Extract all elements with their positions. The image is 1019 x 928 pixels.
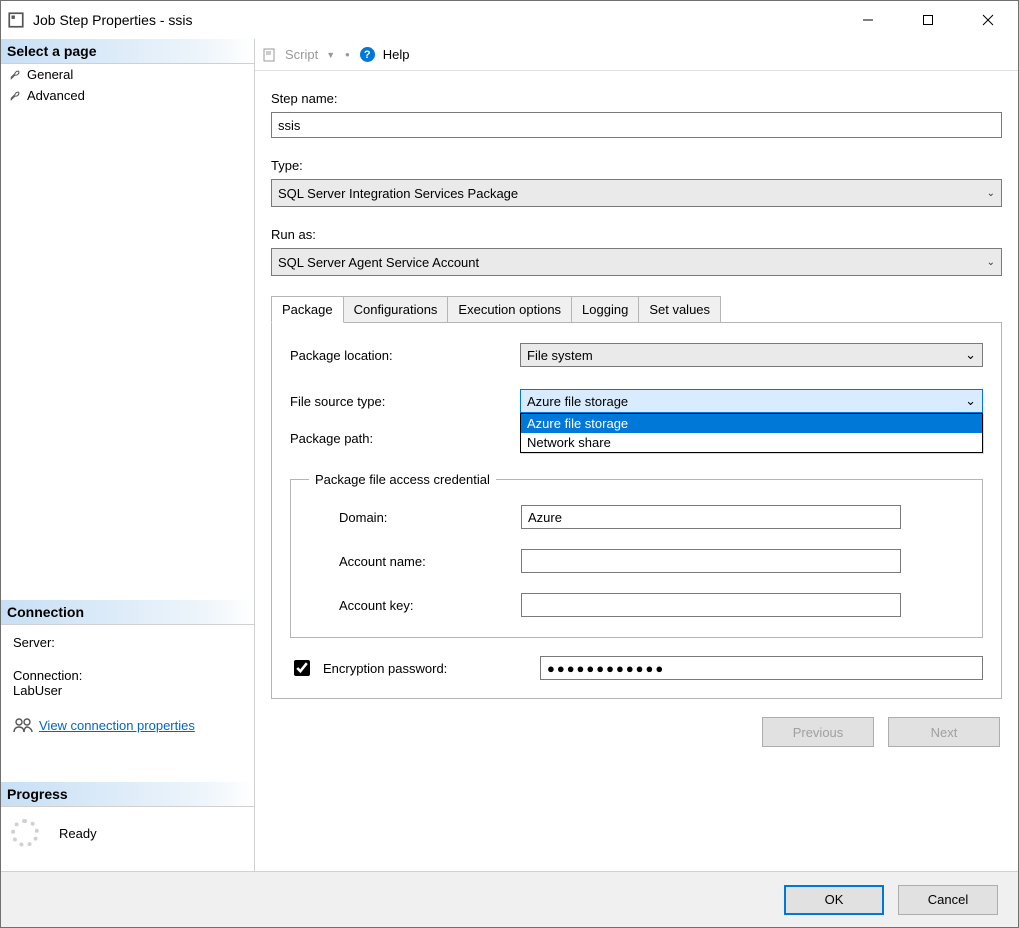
progress-spinner-icon — [11, 819, 39, 847]
progress-header: Progress — [1, 782, 254, 807]
file-source-option-network[interactable]: Network share — [521, 433, 982, 452]
file-source-type-dropdown-list: Azure file storage Network share — [520, 413, 983, 453]
connection-header: Connection — [1, 600, 254, 625]
tab-logging[interactable]: Logging — [571, 296, 639, 323]
type-dropdown[interactable]: SQL Server Integration Services Package … — [271, 179, 1002, 207]
minimize-button[interactable] — [838, 1, 898, 39]
app-icon — [7, 11, 25, 29]
sidebar-item-advanced[interactable]: Advanced — [1, 85, 254, 106]
file-source-type-dropdown[interactable]: Azure file storage ⌄ — [520, 389, 983, 413]
type-value: SQL Server Integration Services Package — [278, 186, 518, 201]
package-location-label: Package location: — [290, 348, 520, 363]
tab-execution-options[interactable]: Execution options — [447, 296, 572, 323]
tab-set-values[interactable]: Set values — [638, 296, 721, 323]
run-as-value: SQL Server Agent Service Account — [278, 255, 479, 270]
account-name-input[interactable] — [521, 549, 901, 573]
connection-value: LabUser — [13, 683, 242, 698]
script-icon — [263, 48, 277, 62]
domain-input[interactable] — [521, 505, 901, 529]
view-connection-properties-link[interactable]: View connection properties — [39, 718, 195, 733]
encryption-password-label: Encryption password: — [323, 661, 447, 676]
step-name-input[interactable] — [271, 112, 1002, 138]
main-panel: Script ▼ • ? Help Step name: Type: SQL S… — [255, 39, 1018, 871]
domain-label: Domain: — [309, 510, 521, 525]
encryption-password-checkbox[interactable] — [294, 660, 310, 676]
next-button[interactable]: Next — [888, 717, 1000, 747]
people-icon — [13, 716, 33, 734]
sidebar-item-label: General — [27, 67, 73, 82]
credential-legend: Package file access credential — [309, 472, 496, 487]
job-step-properties-window: Job Step Properties - ssis Select a page… — [0, 0, 1019, 928]
help-icon: ? — [360, 47, 375, 62]
select-page-header: Select a page — [1, 39, 254, 64]
window-title: Job Step Properties - ssis — [33, 12, 193, 28]
file-source-option-azure[interactable]: Azure file storage — [521, 414, 982, 433]
chevron-down-icon: ⌄ — [965, 393, 976, 409]
run-as-dropdown[interactable]: SQL Server Agent Service Account ⌄ — [271, 248, 1002, 276]
chevron-down-icon: ⌄ — [987, 257, 995, 268]
file-source-type-label: File source type: — [290, 394, 520, 409]
run-as-label: Run as: — [271, 227, 1002, 242]
chevron-down-icon[interactable]: ▼ — [322, 50, 335, 60]
chevron-down-icon: ⌄ — [965, 347, 976, 363]
server-label: Server: — [13, 635, 242, 650]
account-key-label: Account key: — [309, 598, 521, 613]
step-name-label: Step name: — [271, 91, 1002, 106]
ok-button[interactable]: OK — [784, 885, 884, 915]
tab-configurations[interactable]: Configurations — [343, 296, 449, 323]
script-button[interactable]: Script — [285, 47, 318, 62]
sidebar: Select a page General Advanced Connectio… — [1, 39, 255, 871]
account-name-label: Account name: — [309, 554, 521, 569]
account-key-input[interactable] — [521, 593, 901, 617]
titlebar: Job Step Properties - ssis — [1, 1, 1018, 39]
package-location-value: File system — [527, 348, 593, 363]
cancel-button[interactable]: Cancel — [898, 885, 998, 915]
package-file-access-credential-group: Package file access credential Domain: A… — [290, 472, 983, 638]
help-button[interactable]: Help — [383, 47, 410, 62]
toolbar-separator: • — [339, 47, 356, 62]
package-path-label: Package path: — [290, 431, 520, 446]
wrench-icon — [9, 69, 21, 81]
encryption-password-input[interactable] — [540, 656, 983, 680]
sidebar-item-general[interactable]: General — [1, 64, 254, 85]
maximize-button[interactable] — [898, 1, 958, 39]
chevron-down-icon: ⌄ — [987, 188, 995, 199]
file-source-type-value: Azure file storage — [527, 394, 628, 409]
wrench-icon — [9, 90, 21, 102]
close-button[interactable] — [958, 1, 1018, 39]
dialog-footer: OK Cancel — [1, 871, 1018, 927]
connection-label: Connection: — [13, 668, 242, 683]
progress-status: Ready — [59, 826, 97, 841]
package-location-dropdown[interactable]: File system ⌄ — [520, 343, 983, 367]
tab-package[interactable]: Package — [271, 296, 344, 323]
sidebar-item-label: Advanced — [27, 88, 85, 103]
previous-button[interactable]: Previous — [762, 717, 874, 747]
top-toolbar: Script ▼ • ? Help — [255, 39, 1018, 71]
tab-content-package: Package location: File system ⌄ File sou… — [271, 322, 1002, 699]
type-label: Type: — [271, 158, 1002, 173]
